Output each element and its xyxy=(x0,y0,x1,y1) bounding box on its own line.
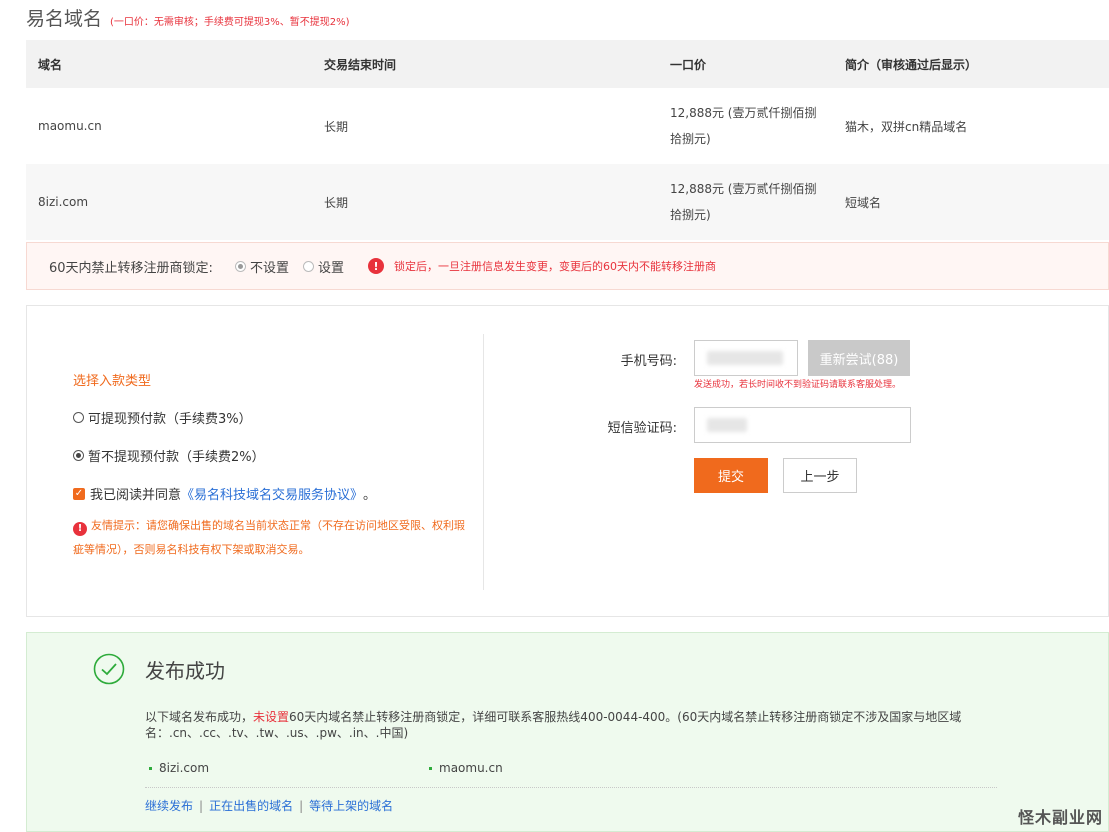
table-row: 8izi.com 长期 12,888元 (壹万贰仟捌佰捌拾捌元) 短域名 xyxy=(26,164,1109,240)
description-cell: 猫木，双拼cn精品域名 xyxy=(845,119,968,134)
dotted-divider xyxy=(145,787,997,788)
page-header: 易名域名 (一口价：无需审核；手续费可提现3%、暂不提现2%) xyxy=(26,4,350,31)
lock-option-on-label: 设置 xyxy=(317,260,344,276)
success-links: 继续发布 | 正在出售的域名 | 等待上架的域名 xyxy=(145,799,394,813)
success-check-icon xyxy=(93,653,125,685)
column-header: 简介（审核通过后显示） xyxy=(833,40,1109,88)
success-title: 发布成功 xyxy=(145,659,225,683)
end-time-cell: 长期 xyxy=(312,164,658,240)
masked-sms-code xyxy=(707,418,747,432)
table-row: maomu.cn 长期 12,888元 (壹万贰仟捌佰捌拾捌元) 猫木，双拼cn… xyxy=(26,88,1109,164)
registrar-lock-bar: 60天内禁止转移注册商锁定: 不设置 设置 ! 锁定后，一旦注册信息发生变更，变… xyxy=(26,242,1109,290)
vertical-divider xyxy=(483,334,484,590)
pending-domains-link[interactable]: 等待上架的域名 xyxy=(309,799,393,813)
lock-option-off-radio[interactable]: 不设置 xyxy=(234,257,289,276)
resend-code-button[interactable]: 重新尝试(88) xyxy=(808,340,910,376)
sms-code-label: 短信验证码: xyxy=(607,421,677,436)
radio-unselected-icon xyxy=(302,260,314,272)
sms-code-input[interactable] xyxy=(694,407,911,443)
checkmark-icon: ✓ xyxy=(73,487,85,500)
column-header: 一口价 xyxy=(658,40,833,88)
lock-label: 60天内禁止转移注册商锁定: xyxy=(49,260,213,276)
column-header: 域名 xyxy=(26,40,312,88)
friendly-tip: ! 友情提示：请您确保出售的域名当前状态正常（不存在访问地区受限、权利瑕疵等情况）… xyxy=(73,514,473,562)
previous-step-button[interactable]: 上一步 xyxy=(783,458,857,493)
domain-table: 域名 交易结束时间 一口价 简介（审核通过后显示） maomu.cn 长期 12… xyxy=(26,40,1109,240)
domain-cell: 8izi.com xyxy=(26,164,312,240)
payment-type-title: 选择入款类型 xyxy=(73,374,152,389)
list-item: maomu.cn xyxy=(429,761,503,775)
column-header: 交易结束时间 xyxy=(312,40,658,88)
exclamation-icon: ! xyxy=(367,258,384,274)
site-watermark: 怪木副业网 xyxy=(1017,808,1103,827)
phone-label: 手机号码: xyxy=(620,354,677,369)
list-item: 8izi.com xyxy=(149,761,209,775)
selling-domains-link[interactable]: 正在出售的域名 xyxy=(209,799,293,813)
published-domain: 8izi.com xyxy=(159,761,210,775)
payment-option-label: 暂不提现预付款（手续费2%） xyxy=(88,450,265,465)
exclamation-icon: ! xyxy=(73,522,87,536)
success-desc-highlight: 未设置 xyxy=(253,710,290,724)
submit-button[interactable]: 提交 xyxy=(694,458,768,493)
price-cell: 12,888元 (壹万贰仟捌佰捌拾捌元) xyxy=(658,164,833,240)
page-title: 易名域名 xyxy=(26,8,103,30)
payment-option-label: 可提现预付款（手续费3%） xyxy=(88,412,252,427)
end-time-cell: 长期 xyxy=(324,119,349,134)
radio-unselected-icon xyxy=(73,412,84,423)
payment-option-withdrawable-radio[interactable]: 可提现预付款（手续费3%） xyxy=(73,408,252,427)
agreement-prefix: 我已阅读并同意 xyxy=(90,488,182,503)
lock-option-off-label: 不设置 xyxy=(249,260,289,276)
published-domain: maomu.cn xyxy=(439,761,503,775)
payment-option-deferred-radio[interactable]: 暂不提现预付款（手续费2%） xyxy=(73,446,265,465)
send-status-note: 发送成功，若长时间收不到验证码请联系客服处理。 xyxy=(694,380,902,390)
page-note: (一口价：无需审核；手续费可提现3%、暂不提现2%) xyxy=(110,17,350,28)
domain-cell: maomu.cn xyxy=(38,119,102,133)
tip-text: 友情提示：请您确保出售的域名当前状态正常（不存在访问地区受限、权利瑕疵等情况），… xyxy=(73,519,465,556)
agreement-link[interactable]: 《易名科技域名交易服务协议》 xyxy=(181,484,363,503)
radio-selected-icon xyxy=(234,260,246,272)
radio-selected-icon xyxy=(73,450,84,461)
bullet-icon xyxy=(429,766,432,770)
agreement-suffix: 。 xyxy=(363,488,377,503)
success-description: 以下域名发布成功，未设置60天内域名禁止转移注册商锁定，详细可联系客服热线400… xyxy=(145,709,1005,741)
lock-warning-text: 锁定后，一旦注册信息发生变更，变更后的60天内不能转移注册商 xyxy=(393,260,716,273)
publish-success-panel: 发布成功 以下域名发布成功，未设置60天内域名禁止转移注册商锁定，详细可联系客服… xyxy=(26,632,1109,832)
masked-phone-number xyxy=(707,351,783,365)
phone-input[interactable] xyxy=(694,340,798,376)
price-cell: 12,888元 (壹万贰仟捌佰捌拾捌元) xyxy=(670,106,817,146)
bullet-icon xyxy=(149,766,152,770)
continue-publish-link[interactable]: 继续发布 xyxy=(145,799,193,813)
table-header-row: 域名 交易结束时间 一口价 简介（审核通过后显示） xyxy=(26,40,1109,88)
success-desc-prefix: 以下域名发布成功， xyxy=(145,710,254,724)
lock-option-on-radio[interactable]: 设置 xyxy=(302,257,344,276)
agreement-checkbox[interactable]: ✓ 我已阅读并同意 《易名科技域名交易服务协议》 。 xyxy=(73,484,376,503)
description-cell: 短域名 xyxy=(833,164,1109,240)
publish-form-panel: 选择入款类型 可提现预付款（手续费3%） 暂不提现预付款（手续费2%） ✓ 我已… xyxy=(26,305,1109,617)
